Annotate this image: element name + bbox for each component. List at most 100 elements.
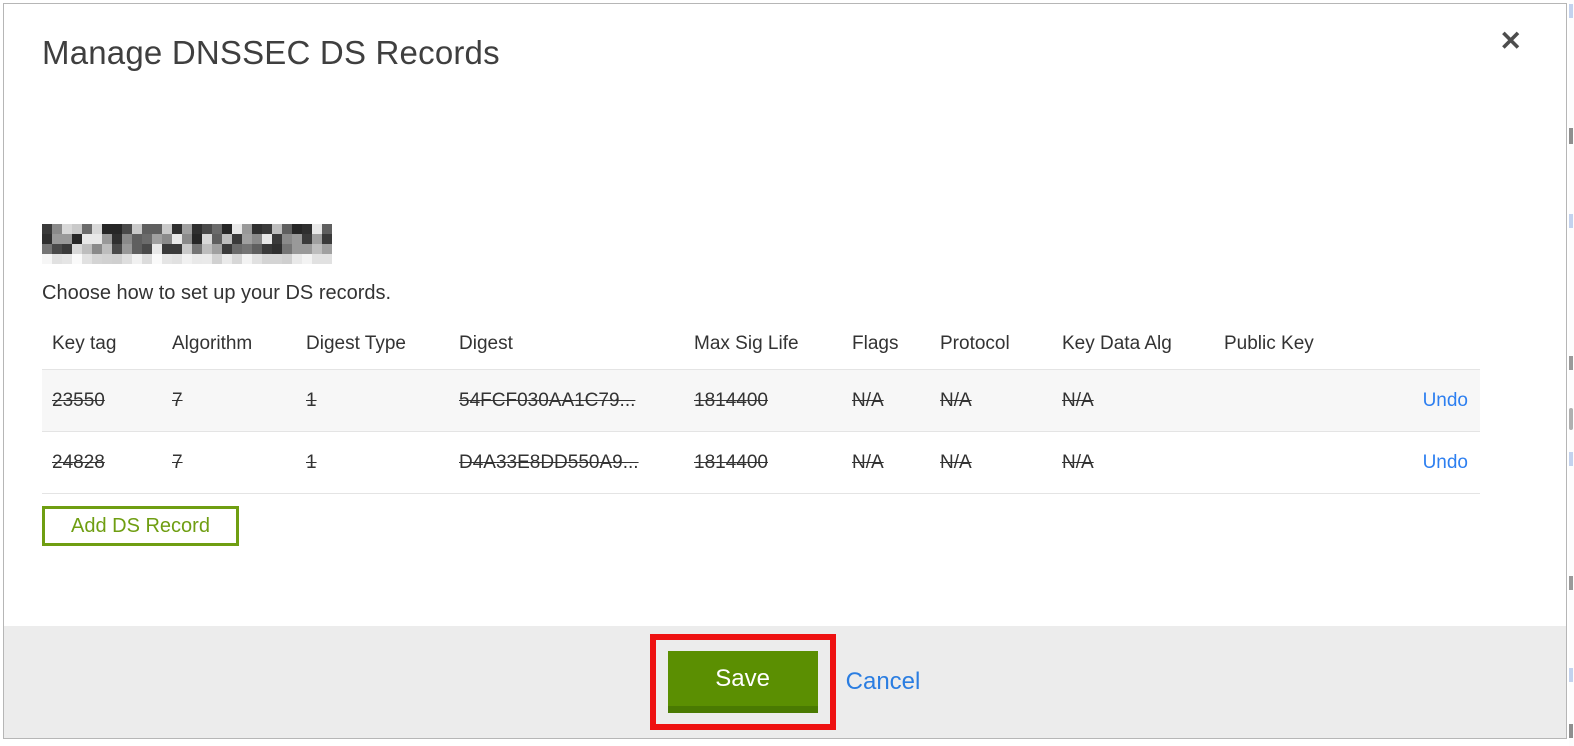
redaction-pixel: [102, 244, 112, 254]
table-cell: 7: [162, 432, 296, 494]
redaction-pixel: [202, 234, 212, 244]
redaction-pixel: [292, 234, 302, 244]
cell-value: N/A: [1062, 451, 1094, 473]
redaction-pixel: [192, 254, 202, 264]
redaction-pixel: [62, 244, 72, 254]
redaction-pixel: [112, 244, 122, 254]
redaction-pixel: [152, 224, 162, 234]
redaction-pixel: [242, 244, 252, 254]
redaction-pixel: [232, 234, 242, 244]
redaction-pixel: [162, 254, 172, 264]
undo-link[interactable]: Undo: [1423, 390, 1468, 411]
redaction-pixel: [142, 224, 152, 234]
table-cell: 1814400: [684, 370, 842, 432]
background-content-fragment: [1569, 668, 1573, 682]
background-content-fragment: [1569, 576, 1573, 590]
table-row: 23550 7 1 54FCF030AA1C79... 1814400 N/A N/A N/A…: [42, 369, 1480, 432]
redaction-pixel: [62, 254, 72, 264]
subtitle-text: Choose how to set up your DS records.: [42, 282, 392, 304]
redaction-pixel: [102, 224, 112, 234]
redaction-pixel: [92, 234, 102, 244]
redaction-pixel: [42, 234, 52, 244]
redaction-pixel: [272, 244, 282, 254]
table-cell: 1: [296, 370, 449, 432]
redaction-pixel: [142, 234, 152, 244]
column-header: Key tag: [52, 333, 117, 354]
table-cell: 54FCF030AA1C79...: [449, 370, 684, 432]
table-cell: 1: [296, 432, 449, 494]
cell-value: 24828: [52, 451, 105, 473]
redaction-pixel: [292, 224, 302, 234]
close-icon[interactable]: ✕: [1499, 28, 1522, 55]
table-cell: 7: [162, 370, 296, 432]
redaction-pixel: [162, 244, 172, 254]
redaction-pixel: [102, 254, 112, 264]
table-cell: D4A33E8DD550A9...: [449, 432, 684, 494]
redaction-pixel: [52, 254, 62, 264]
table-cell: N/A: [1052, 432, 1214, 494]
redaction-pixel: [222, 244, 232, 254]
table-cell: N/A: [842, 370, 930, 432]
redaction-pixel: [262, 234, 272, 244]
column-header: Flags: [852, 333, 899, 354]
redaction-pixel: [122, 254, 132, 264]
cell-value: 54FCF030AA1C79...: [459, 389, 636, 411]
redaction-pixel: [252, 244, 262, 254]
redaction-pixel: [212, 254, 222, 264]
cell-value: N/A: [1062, 389, 1094, 411]
redaction-pixel: [242, 254, 252, 264]
scrollbar-thumb[interactable]: [1569, 408, 1573, 430]
table-cell: 1814400: [684, 432, 842, 494]
redaction-pixel: [122, 244, 132, 254]
redaction-pixel: [142, 244, 152, 254]
redaction-pixel: [232, 254, 242, 264]
redaction-pixel: [312, 224, 322, 234]
background-content-fragment: [1569, 4, 1573, 18]
redaction-pixel: [192, 234, 202, 244]
redaction-pixel: [262, 254, 272, 264]
cell-value: 1: [306, 389, 317, 411]
action-cell: Undo: [1354, 370, 1480, 432]
redaction-pixel: [42, 254, 52, 264]
redaction-pixel: [42, 244, 52, 254]
table-row: 24828 7 1 D4A33E8DD550A9... 1814400 N/A N/A N/A…: [42, 431, 1480, 494]
background-content-fragment: [1569, 214, 1573, 228]
redaction-pixel: [72, 244, 82, 254]
redaction-pixel: [172, 244, 182, 254]
redaction-pixel: [322, 234, 332, 244]
redaction-pixel: [202, 244, 212, 254]
redaction-pixel: [52, 244, 62, 254]
redaction-pixel: [92, 244, 102, 254]
table-cell: [1214, 370, 1354, 432]
redaction-pixel: [92, 224, 102, 234]
redacted-domain-name: [42, 224, 332, 264]
redaction-pixel: [122, 224, 132, 234]
save-button[interactable]: Save: [667, 651, 818, 713]
undo-link[interactable]: Undo: [1423, 452, 1468, 473]
redaction-pixel: [242, 234, 252, 244]
redaction-pixel: [282, 224, 292, 234]
redaction-pixel: [222, 224, 232, 234]
redaction-pixel: [152, 234, 162, 244]
background-page-sliver: [1569, 0, 1574, 746]
redaction-pixel: [212, 224, 222, 234]
redaction-pixel: [122, 234, 132, 244]
redaction-pixel: [292, 244, 302, 254]
cancel-link[interactable]: Cancel: [846, 668, 921, 696]
redaction-pixel: [192, 244, 202, 254]
add-ds-record-button[interactable]: Add DS Record: [42, 506, 239, 546]
redaction-pixel: [132, 254, 142, 264]
redaction-pixel: [272, 224, 282, 234]
redaction-pixel: [162, 234, 172, 244]
redaction-pixel: [182, 224, 192, 234]
table-cell: [1214, 432, 1354, 494]
redaction-pixel: [202, 254, 212, 264]
redaction-pixel: [252, 254, 262, 264]
redaction-pixel: [72, 234, 82, 244]
redaction-pixel: [232, 224, 242, 234]
dialog-footer: Save Cancel: [4, 626, 1566, 738]
redaction-pixel: [192, 224, 202, 234]
redaction-pixel: [292, 254, 302, 264]
redaction-pixel: [182, 244, 192, 254]
redaction-pixel: [52, 224, 62, 234]
